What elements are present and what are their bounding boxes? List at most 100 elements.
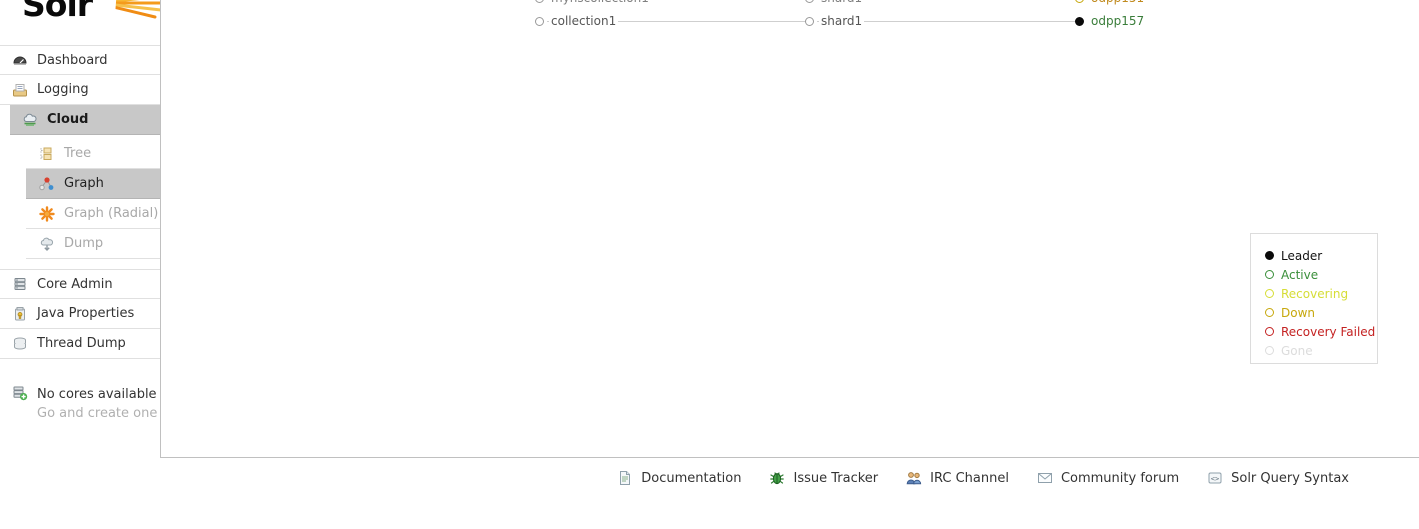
node-status-dot <box>535 16 544 26</box>
legend-dot <box>1265 346 1274 355</box>
legend-item-recovery-failed: Recovery Failed <box>1265 322 1377 341</box>
sidebar-item-label: Logging <box>37 82 89 97</box>
footer-link-label: Documentation <box>641 470 742 486</box>
content-panel: mynscollection1 shard1 odpp151 collectio… <box>160 0 1419 458</box>
create-core-link[interactable]: Go and create one <box>37 404 157 423</box>
node-status-dot <box>535 0 544 3</box>
core-admin-icon <box>12 276 28 292</box>
dashboard-icon <box>12 52 28 68</box>
sidebar: Solr Dashboard Logging Cloud Tree Graph … <box>0 0 165 458</box>
footer-link-label: Solr Query Syntax <box>1231 470 1349 486</box>
sidebar-item-cloud[interactable]: Cloud <box>10 105 160 135</box>
envelope-icon <box>1037 470 1053 486</box>
node-label: shard1 <box>819 14 865 28</box>
sidebar-item-logging[interactable]: Logging <box>0 75 160 105</box>
node-label: odpp157 <box>1089 14 1147 28</box>
sidebar-item-label: Java Properties <box>37 306 135 321</box>
sidebar-item-label: Dashboard <box>37 52 108 68</box>
legend-item-gone: Gone <box>1265 341 1377 360</box>
java-properties-icon <box>12 306 28 322</box>
sidebar-item-label: Core Admin <box>37 276 113 292</box>
no-cores-block[interactable]: No cores available Go and create one <box>0 378 160 426</box>
sidebar-item-dashboard[interactable]: Dashboard <box>0 45 160 75</box>
node-status-dot <box>1075 16 1084 26</box>
graph-legend: Leader Active Recovering Down Recovery F… <box>1250 233 1378 364</box>
footer-link-label: IRC Channel <box>930 470 1009 486</box>
footer-link-label: Issue Tracker <box>793 470 879 486</box>
legend-label: Leader <box>1281 248 1323 263</box>
legend-item-leader: Leader <box>1265 246 1377 265</box>
graph-icon <box>39 176 55 192</box>
sidebar-item-label: Graph <box>64 176 104 191</box>
legend-dot <box>1265 270 1274 279</box>
footer-link-issue-tracker[interactable]: Issue Tracker <box>769 470 878 486</box>
node-label: mynscollection1 <box>549 0 651 5</box>
node-label: shard1 <box>819 0 865 5</box>
legend-item-down: Down <box>1265 303 1377 322</box>
sidebar-item-dump[interactable]: Dump <box>26 229 160 259</box>
add-core-icon <box>12 385 28 401</box>
legend-label: Active <box>1281 267 1319 282</box>
sidebar-item-label: Cloud <box>47 112 89 127</box>
graph-node-shard[interactable]: shard1 <box>805 0 865 8</box>
dump-icon <box>39 236 55 252</box>
sidebar-item-label: Tree <box>64 146 92 161</box>
legend-dot <box>1265 251 1274 260</box>
solr-admin-window: Solr Dashboard Logging Cloud Tree Graph … <box>0 0 1419 529</box>
node-status-dot <box>1075 0 1084 3</box>
graph-row: collection1 shard1 odpp157 <box>161 11 1419 31</box>
tree-icon <box>39 146 55 162</box>
node-status-dot <box>805 16 814 26</box>
sidebar-cloud-subnav: Tree Graph Graph (Radial) Dump <box>0 139 160 259</box>
people-icon <box>906 470 922 486</box>
sidebar-lower-nav: Core Admin Java Properties Thread Dump <box>0 269 160 359</box>
legend-dot <box>1265 327 1274 336</box>
svg-text:<>: <> <box>1211 475 1219 483</box>
footer-link-community-forum[interactable]: Community forum <box>1037 470 1179 486</box>
sidebar-item-tree[interactable]: Tree <box>26 139 160 169</box>
legend-item-recovering: Recovering <box>1265 284 1377 303</box>
cloud-graph: mynscollection1 shard1 odpp151 collectio… <box>161 0 1419 40</box>
sidebar-item-label: Dump <box>64 236 104 251</box>
no-cores-title: No cores available <box>37 387 157 402</box>
legend-label: Down <box>1281 305 1316 320</box>
cloud-icon <box>22 112 38 128</box>
solr-logo-text: Solr <box>22 0 93 24</box>
graph-node-replica[interactable]: odpp157 <box>1075 11 1147 31</box>
sidebar-item-core-admin[interactable]: Core Admin <box>0 269 160 299</box>
node-label: collection1 <box>549 14 619 28</box>
bug-icon <box>769 470 785 486</box>
legend-dot <box>1265 308 1274 317</box>
footer-link-documentation[interactable]: Documentation <box>617 470 741 486</box>
footer: Documentation Issue Tracker IRC Channel … <box>160 458 1419 498</box>
legend-label: Recovery Failed <box>1281 324 1376 339</box>
graph-row: mynscollection1 shard1 odpp151 <box>161 0 1419 8</box>
graph-radial-icon <box>39 205 55 222</box>
legend-label: Gone <box>1281 343 1313 358</box>
graph-node-collection[interactable]: mynscollection1 <box>535 0 651 8</box>
document-icon <box>617 470 633 486</box>
graph-node-replica[interactable]: odpp151 <box>1075 0 1147 8</box>
solr-logo[interactable]: Solr <box>22 0 165 28</box>
sidebar-item-thread-dump[interactable]: Thread Dump <box>0 329 160 359</box>
node-status-dot <box>805 0 814 3</box>
code-icon: <> <box>1207 470 1223 486</box>
sidebar-item-graph[interactable]: Graph <box>26 169 160 199</box>
node-label: odpp151 <box>1089 0 1147 5</box>
footer-link-solr-query-syntax[interactable]: <> Solr Query Syntax <box>1207 470 1349 486</box>
sidebar-main-nav: Dashboard Logging Cloud <box>0 45 160 135</box>
sidebar-item-java-properties[interactable]: Java Properties <box>0 299 160 329</box>
sidebar-item-label: Thread Dump <box>37 336 126 351</box>
sidebar-item-label: Graph (Radial) <box>64 206 159 221</box>
graph-node-shard[interactable]: shard1 <box>805 11 865 31</box>
graph-node-collection[interactable]: collection1 <box>535 11 619 31</box>
legend-dot <box>1265 289 1274 298</box>
footer-link-label: Community forum <box>1060 470 1180 486</box>
sidebar-item-graph-radial[interactable]: Graph (Radial) <box>26 199 160 229</box>
legend-item-active: Active <box>1265 265 1377 284</box>
logging-icon <box>12 82 28 98</box>
thread-dump-icon <box>12 336 28 352</box>
legend-label: Recovering <box>1281 286 1349 301</box>
solr-sunburst-icon <box>95 0 165 19</box>
footer-link-irc-channel[interactable]: IRC Channel <box>906 470 1009 486</box>
